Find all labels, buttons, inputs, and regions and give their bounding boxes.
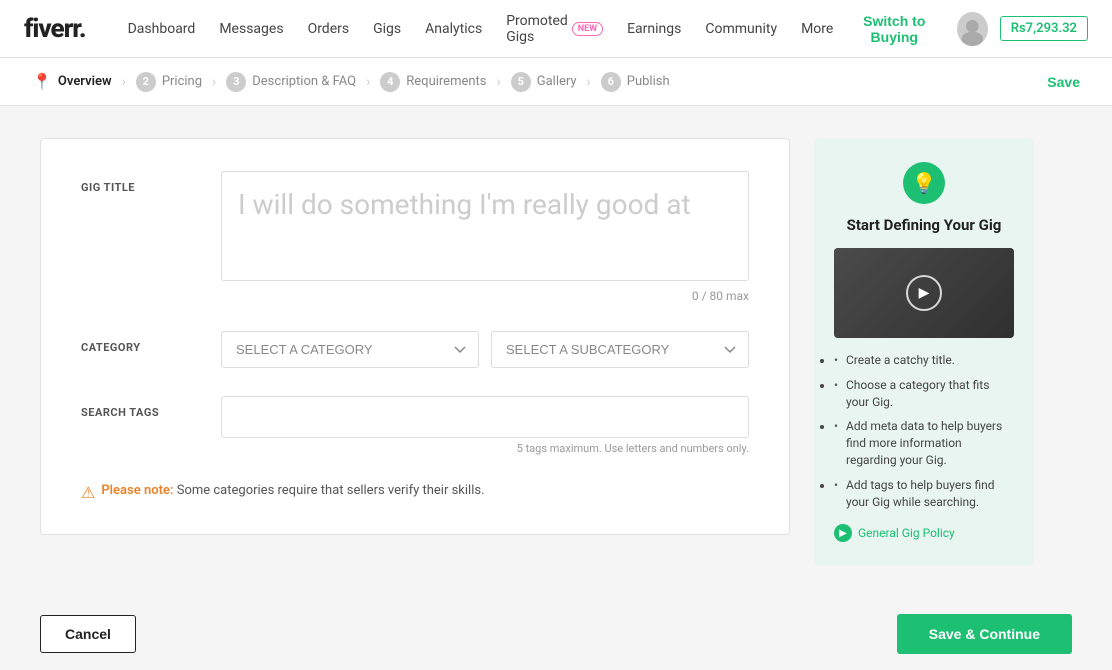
step-label-gallery: Gallery <box>537 74 577 89</box>
sidebar-video[interactable]: ▶ <box>834 248 1014 338</box>
category-row: CATEGORY SELECT A CATEGORY SELECT A SUBC… <box>81 331 749 368</box>
breadcrumb-step-description[interactable]: 3 Description & FAQ <box>226 72 356 92</box>
step-label-overview: Overview <box>58 74 112 89</box>
gig-title-label: GIG TITLE <box>81 171 221 194</box>
category-field: SELECT A CATEGORY SELECT A SUBCATEGORY <box>221 331 749 368</box>
breadcrumb-bar: 📍 Overview › 2 Pricing › 3 Description &… <box>0 58 1112 106</box>
breadcrumb-step-overview[interactable]: 📍 Overview <box>32 72 112 91</box>
gig-title-field: 0 / 80 max <box>221 171 749 303</box>
nav-link-community[interactable]: Community <box>695 13 787 45</box>
search-tags-input[interactable] <box>221 396 749 438</box>
navbar: fiverr. Dashboard Messages Orders Gigs A… <box>0 0 1112 58</box>
arrow-3: › <box>366 74 370 90</box>
save-continue-button[interactable]: Save & Continue <box>897 614 1072 654</box>
breadcrumb-save-button[interactable]: Save <box>1047 74 1080 90</box>
category-label: CATEGORY <box>81 331 221 354</box>
nav-link-promoted-gigs[interactable]: Promoted Gigs NEW <box>496 5 613 53</box>
breadcrumb-step-requirements[interactable]: 4 Requirements <box>380 72 486 92</box>
warning-icon: ⚠ <box>81 483 95 502</box>
sidebar-icon-wrap: 💡 <box>834 162 1014 204</box>
step-label-description: Description & FAQ <box>252 74 356 89</box>
cancel-button[interactable]: Cancel <box>40 615 136 653</box>
sidebar-tips: Create a catchy title. Choose a category… <box>834 352 1014 510</box>
sidebar-card: 💡 Start Defining Your Gig ▶ Create a cat… <box>814 138 1034 566</box>
note-content: Please note: Some categories require tha… <box>101 483 484 498</box>
policy-label: General Gig Policy <box>858 526 955 540</box>
balance-badge: Rs7,293.32 <box>1000 16 1088 41</box>
policy-icon: ▶ <box>834 524 852 542</box>
nav-links: Dashboard Messages Orders Gigs Analytics… <box>118 5 844 53</box>
bottom-actions: Cancel Save & Continue <box>0 598 1112 670</box>
category-select[interactable]: SELECT A CATEGORY <box>221 331 479 368</box>
note-text-content: Some categories require that sellers ver… <box>177 483 485 498</box>
avatar[interactable] <box>957 12 988 46</box>
video-play-button[interactable]: ▶ <box>906 275 942 311</box>
gig-title-row: GIG TITLE 0 / 80 max <box>81 171 749 303</box>
step-num-6: 6 <box>601 72 621 92</box>
search-tags-row: SEARCH TAGS 5 tags maximum. Use letters … <box>81 396 749 455</box>
nav-link-earnings[interactable]: Earnings <box>617 13 691 45</box>
logo[interactable]: fiverr. <box>24 14 86 44</box>
arrow-1: › <box>122 74 126 90</box>
breadcrumb-step-gallery[interactable]: 5 Gallery <box>511 72 577 92</box>
breadcrumb-step-publish[interactable]: 6 Publish <box>601 72 670 92</box>
tip-1: Create a catchy title. <box>834 352 1014 369</box>
arrow-4: › <box>497 74 501 90</box>
location-icon: 📍 <box>32 72 52 91</box>
nav-link-more[interactable]: More <box>791 13 843 45</box>
logo-text: fiverr. <box>24 14 86 44</box>
nav-link-dashboard[interactable]: Dashboard <box>118 13 206 45</box>
search-tags-field: 5 tags maximum. Use letters and numbers … <box>221 396 749 455</box>
policy-link[interactable]: ▶ General Gig Policy <box>834 524 1014 542</box>
arrow-5: › <box>587 74 591 90</box>
breadcrumb-step-pricing[interactable]: 2 Pricing <box>136 72 202 92</box>
tip-2: Choose a category that fits your Gig. <box>834 377 1014 411</box>
promoted-gigs-label: Promoted Gigs <box>506 13 568 45</box>
char-count: 0 / 80 max <box>221 289 749 303</box>
nav-right: Switch to Buying Rs7,293.32 <box>843 12 1088 46</box>
gig-title-input[interactable] <box>221 171 749 281</box>
new-badge: NEW <box>572 22 603 36</box>
tags-hint: 5 tags maximum. Use letters and numbers … <box>221 442 749 455</box>
nav-link-messages[interactable]: Messages <box>209 13 293 45</box>
search-tags-label: SEARCH TAGS <box>81 396 221 419</box>
category-selects: SELECT A CATEGORY SELECT A SUBCATEGORY <box>221 331 749 368</box>
nav-link-orders[interactable]: Orders <box>298 13 360 45</box>
switch-buying-button[interactable]: Switch to Buying <box>843 13 945 45</box>
lightbulb-icon: 💡 <box>903 162 945 204</box>
nav-link-gigs[interactable]: Gigs <box>363 13 411 45</box>
step-label-publish: Publish <box>627 74 670 89</box>
tip-4: Add tags to help buyers find your Gig wh… <box>834 477 1014 511</box>
step-label-requirements: Requirements <box>406 74 486 89</box>
nav-link-analytics[interactable]: Analytics <box>415 13 492 45</box>
main-content: GIG TITLE 0 / 80 max CATEGORY SELECT A C… <box>0 106 1112 598</box>
sidebar-title: Start Defining Your Gig <box>834 216 1014 234</box>
arrow-2: › <box>212 74 216 90</box>
step-num-5: 5 <box>511 72 531 92</box>
step-label-pricing: Pricing <box>162 74 202 89</box>
step-num-2: 2 <box>136 72 156 92</box>
step-num-4: 4 <box>380 72 400 92</box>
step-num-3: 3 <box>226 72 246 92</box>
breadcrumb-steps: 📍 Overview › 2 Pricing › 3 Description &… <box>32 72 670 92</box>
note-label: Please note: <box>101 483 173 498</box>
form-card: GIG TITLE 0 / 80 max CATEGORY SELECT A C… <box>40 138 790 535</box>
tip-3: Add meta data to help buyers find more i… <box>834 418 1014 468</box>
subcategory-select[interactable]: SELECT A SUBCATEGORY <box>491 331 749 368</box>
please-note: ⚠ Please note: Some categories require t… <box>81 483 749 502</box>
